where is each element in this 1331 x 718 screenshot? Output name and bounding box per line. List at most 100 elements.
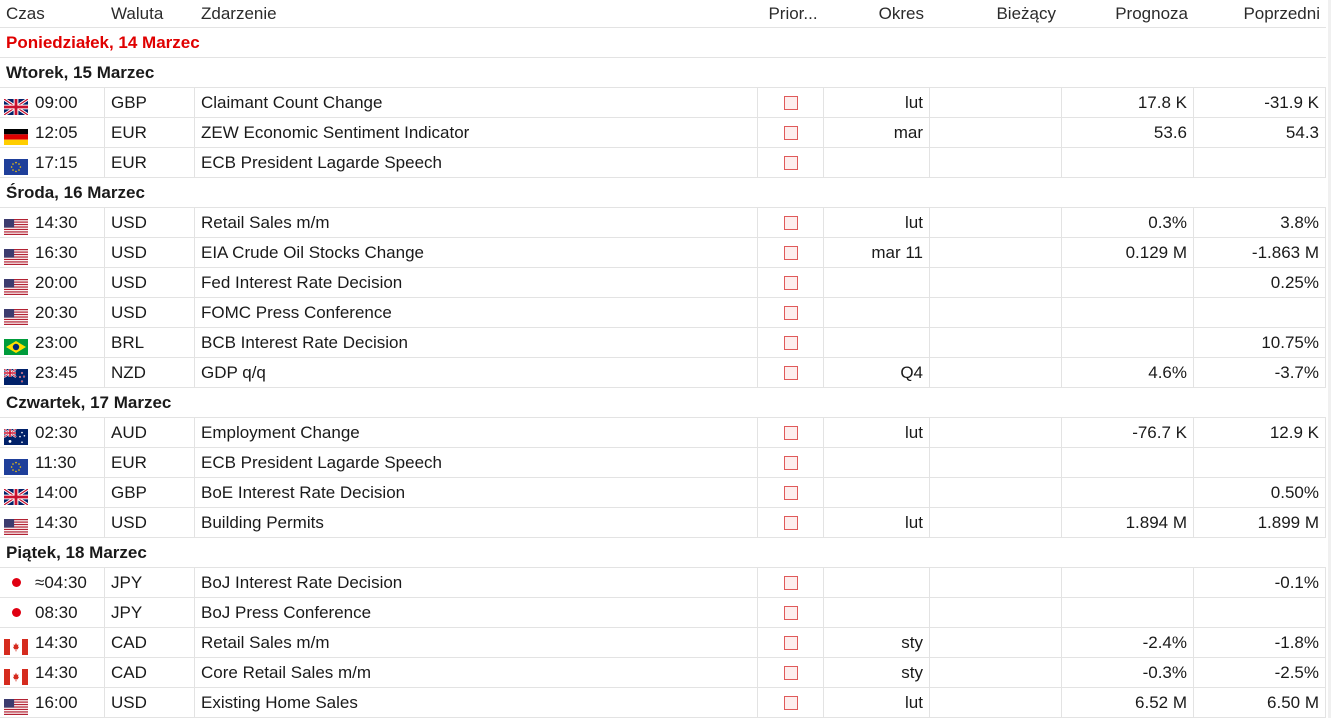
previous-cell <box>1194 598 1326 627</box>
actual-cell <box>930 118 1062 147</box>
column-header-actual[interactable]: Bieżący <box>930 0 1062 27</box>
table-row[interactable]: 14:30 CAD Core Retail Sales m/m sty -0.3% -2.… <box>0 658 1326 688</box>
event-name: Core Retail Sales m/m <box>195 658 758 687</box>
time-value: 20:00 <box>35 273 78 292</box>
table-row[interactable]: 16:30 USD EIA Crude Oil Stocks Change mar 1… <box>0 238 1326 268</box>
table-row[interactable]: 23:45 NZD GDP q/q Q4 4.6% -3.7% <box>0 358 1326 388</box>
priority-cell <box>758 238 824 267</box>
priority-checkbox[interactable] <box>783 245 798 260</box>
time-cell: 23:00 <box>0 328 105 357</box>
priority-checkbox[interactable] <box>783 575 798 590</box>
column-header-priority[interactable]: Prior... <box>758 0 824 27</box>
column-header-time[interactable]: Czas <box>0 0 105 27</box>
time-value: ≈04:30 <box>35 573 87 592</box>
priority-checkbox[interactable] <box>783 485 798 500</box>
previous-cell: 3.8% <box>1194 208 1326 237</box>
actual-cell <box>930 358 1062 387</box>
time-value: 16:00 <box>35 693 78 712</box>
time-value: 14:30 <box>35 663 78 682</box>
event-name: BoJ Interest Rate Decision <box>195 568 758 597</box>
priority-checkbox[interactable] <box>783 125 798 140</box>
time-value: 08:30 <box>35 603 78 622</box>
time-cell: 14:00 <box>0 478 105 507</box>
column-header-currency[interactable]: Waluta <box>105 0 195 27</box>
table-row[interactable]: 11:30 EUR ECB President Lagarde Speech <box>0 448 1326 478</box>
time-cell: 09:00 <box>0 88 105 117</box>
priority-checkbox[interactable] <box>783 305 798 320</box>
currency-cell: USD <box>105 208 195 237</box>
forecast-cell <box>1062 478 1194 507</box>
forecast-cell <box>1062 598 1194 627</box>
currency-cell: USD <box>105 688 195 717</box>
event-name: Building Permits <box>195 508 758 537</box>
priority-checkbox[interactable] <box>783 635 798 650</box>
time-cell: 14:30 <box>0 658 105 687</box>
table-row[interactable]: 16:00 USD Existing Home Sales lut 6.52 M 6.50… <box>0 688 1326 718</box>
priority-checkbox[interactable] <box>783 665 798 680</box>
priority-checkbox[interactable] <box>783 335 798 350</box>
ca-flag-icon <box>4 635 28 655</box>
priority-checkbox[interactable] <box>783 425 798 440</box>
table-row[interactable]: 14:00 GBP BoE Interest Rate Decision 0.50% <box>0 478 1326 508</box>
time-value: 23:00 <box>35 333 78 352</box>
table-row[interactable]: ≈04:30 JPY BoJ Interest Rate Decision -0.1% <box>0 568 1326 598</box>
currency-cell: JPY <box>105 598 195 627</box>
column-header-previous[interactable]: Poprzedni <box>1194 0 1326 27</box>
column-header-period[interactable]: Okres <box>824 0 930 27</box>
currency-cell: GBP <box>105 478 195 507</box>
priority-cell <box>758 508 824 537</box>
table-row[interactable]: 20:30 USD FOMC Press Conference <box>0 298 1326 328</box>
table-row[interactable]: 09:00 GBP Claimant Count Change lut 17.8 K -3… <box>0 88 1326 118</box>
previous-cell <box>1194 148 1326 177</box>
priority-checkbox[interactable] <box>783 275 798 290</box>
priority-checkbox[interactable] <box>783 605 798 620</box>
priority-checkbox[interactable] <box>783 95 798 110</box>
time-value: 14:00 <box>35 483 78 502</box>
column-header-forecast[interactable]: Prognoza <box>1062 0 1194 27</box>
time-value: 14:30 <box>35 633 78 652</box>
ca-flag-icon <box>4 665 28 685</box>
event-name: GDP q/q <box>195 358 758 387</box>
table-row[interactable]: 17:15 EUR ECB President Lagarde Speech <box>0 148 1326 178</box>
table-row[interactable]: 08:30 JPY BoJ Press Conference <box>0 598 1326 628</box>
priority-checkbox[interactable] <box>783 155 798 170</box>
time-value: 02:30 <box>35 423 78 442</box>
period-cell: lut <box>824 208 930 237</box>
previous-cell: 6.50 M <box>1194 688 1326 717</box>
priority-checkbox[interactable] <box>783 365 798 380</box>
table-row[interactable]: 14:30 CAD Retail Sales m/m sty -2.4% -1.8% <box>0 628 1326 658</box>
currency-cell: EUR <box>105 148 195 177</box>
table-row[interactable]: 02:30 AUD Employment Change lut -76.7 K 12.9 … <box>0 418 1326 448</box>
actual-cell <box>930 598 1062 627</box>
eu-flag-icon <box>4 155 28 175</box>
us-flag-icon <box>4 275 28 295</box>
time-cell: 23:45 <box>0 358 105 387</box>
table-row[interactable]: 12:05 EUR ZEW Economic Sentiment Indicator… <box>0 118 1326 148</box>
time-cell: 16:00 <box>0 688 105 717</box>
time-value: 20:30 <box>35 303 78 322</box>
actual-cell <box>930 268 1062 297</box>
table-row[interactable]: 23:00 BRL BCB Interest Rate Decision 10.75% <box>0 328 1326 358</box>
table-row[interactable]: 14:30 USD Building Permits lut 1.894 M 1.899 … <box>0 508 1326 538</box>
event-name: ECB President Lagarde Speech <box>195 148 758 177</box>
table-row[interactable]: 20:00 USD Fed Interest Rate Decision 0.25% <box>0 268 1326 298</box>
time-value: 09:00 <box>35 93 78 112</box>
priority-cell <box>758 418 824 447</box>
priority-checkbox[interactable] <box>783 695 798 710</box>
us-flag-icon <box>4 215 28 235</box>
priority-checkbox[interactable] <box>783 215 798 230</box>
previous-cell: 0.25% <box>1194 268 1326 297</box>
column-header-event[interactable]: Zdarzenie <box>195 0 758 27</box>
currency-cell: BRL <box>105 328 195 357</box>
forecast-cell: -0.3% <box>1062 658 1194 687</box>
priority-cell <box>758 658 824 687</box>
priority-checkbox[interactable] <box>783 515 798 530</box>
period-cell <box>824 478 930 507</box>
table-row[interactable]: 14:30 USD Retail Sales m/m lut 0.3% 3.8% <box>0 208 1326 238</box>
period-cell: Q4 <box>824 358 930 387</box>
event-name: Retail Sales m/m <box>195 208 758 237</box>
day-header: Środa, 16 Marzec <box>0 178 1326 208</box>
priority-checkbox[interactable] <box>783 455 798 470</box>
event-name: ECB President Lagarde Speech <box>195 448 758 477</box>
previous-cell: -3.7% <box>1194 358 1326 387</box>
